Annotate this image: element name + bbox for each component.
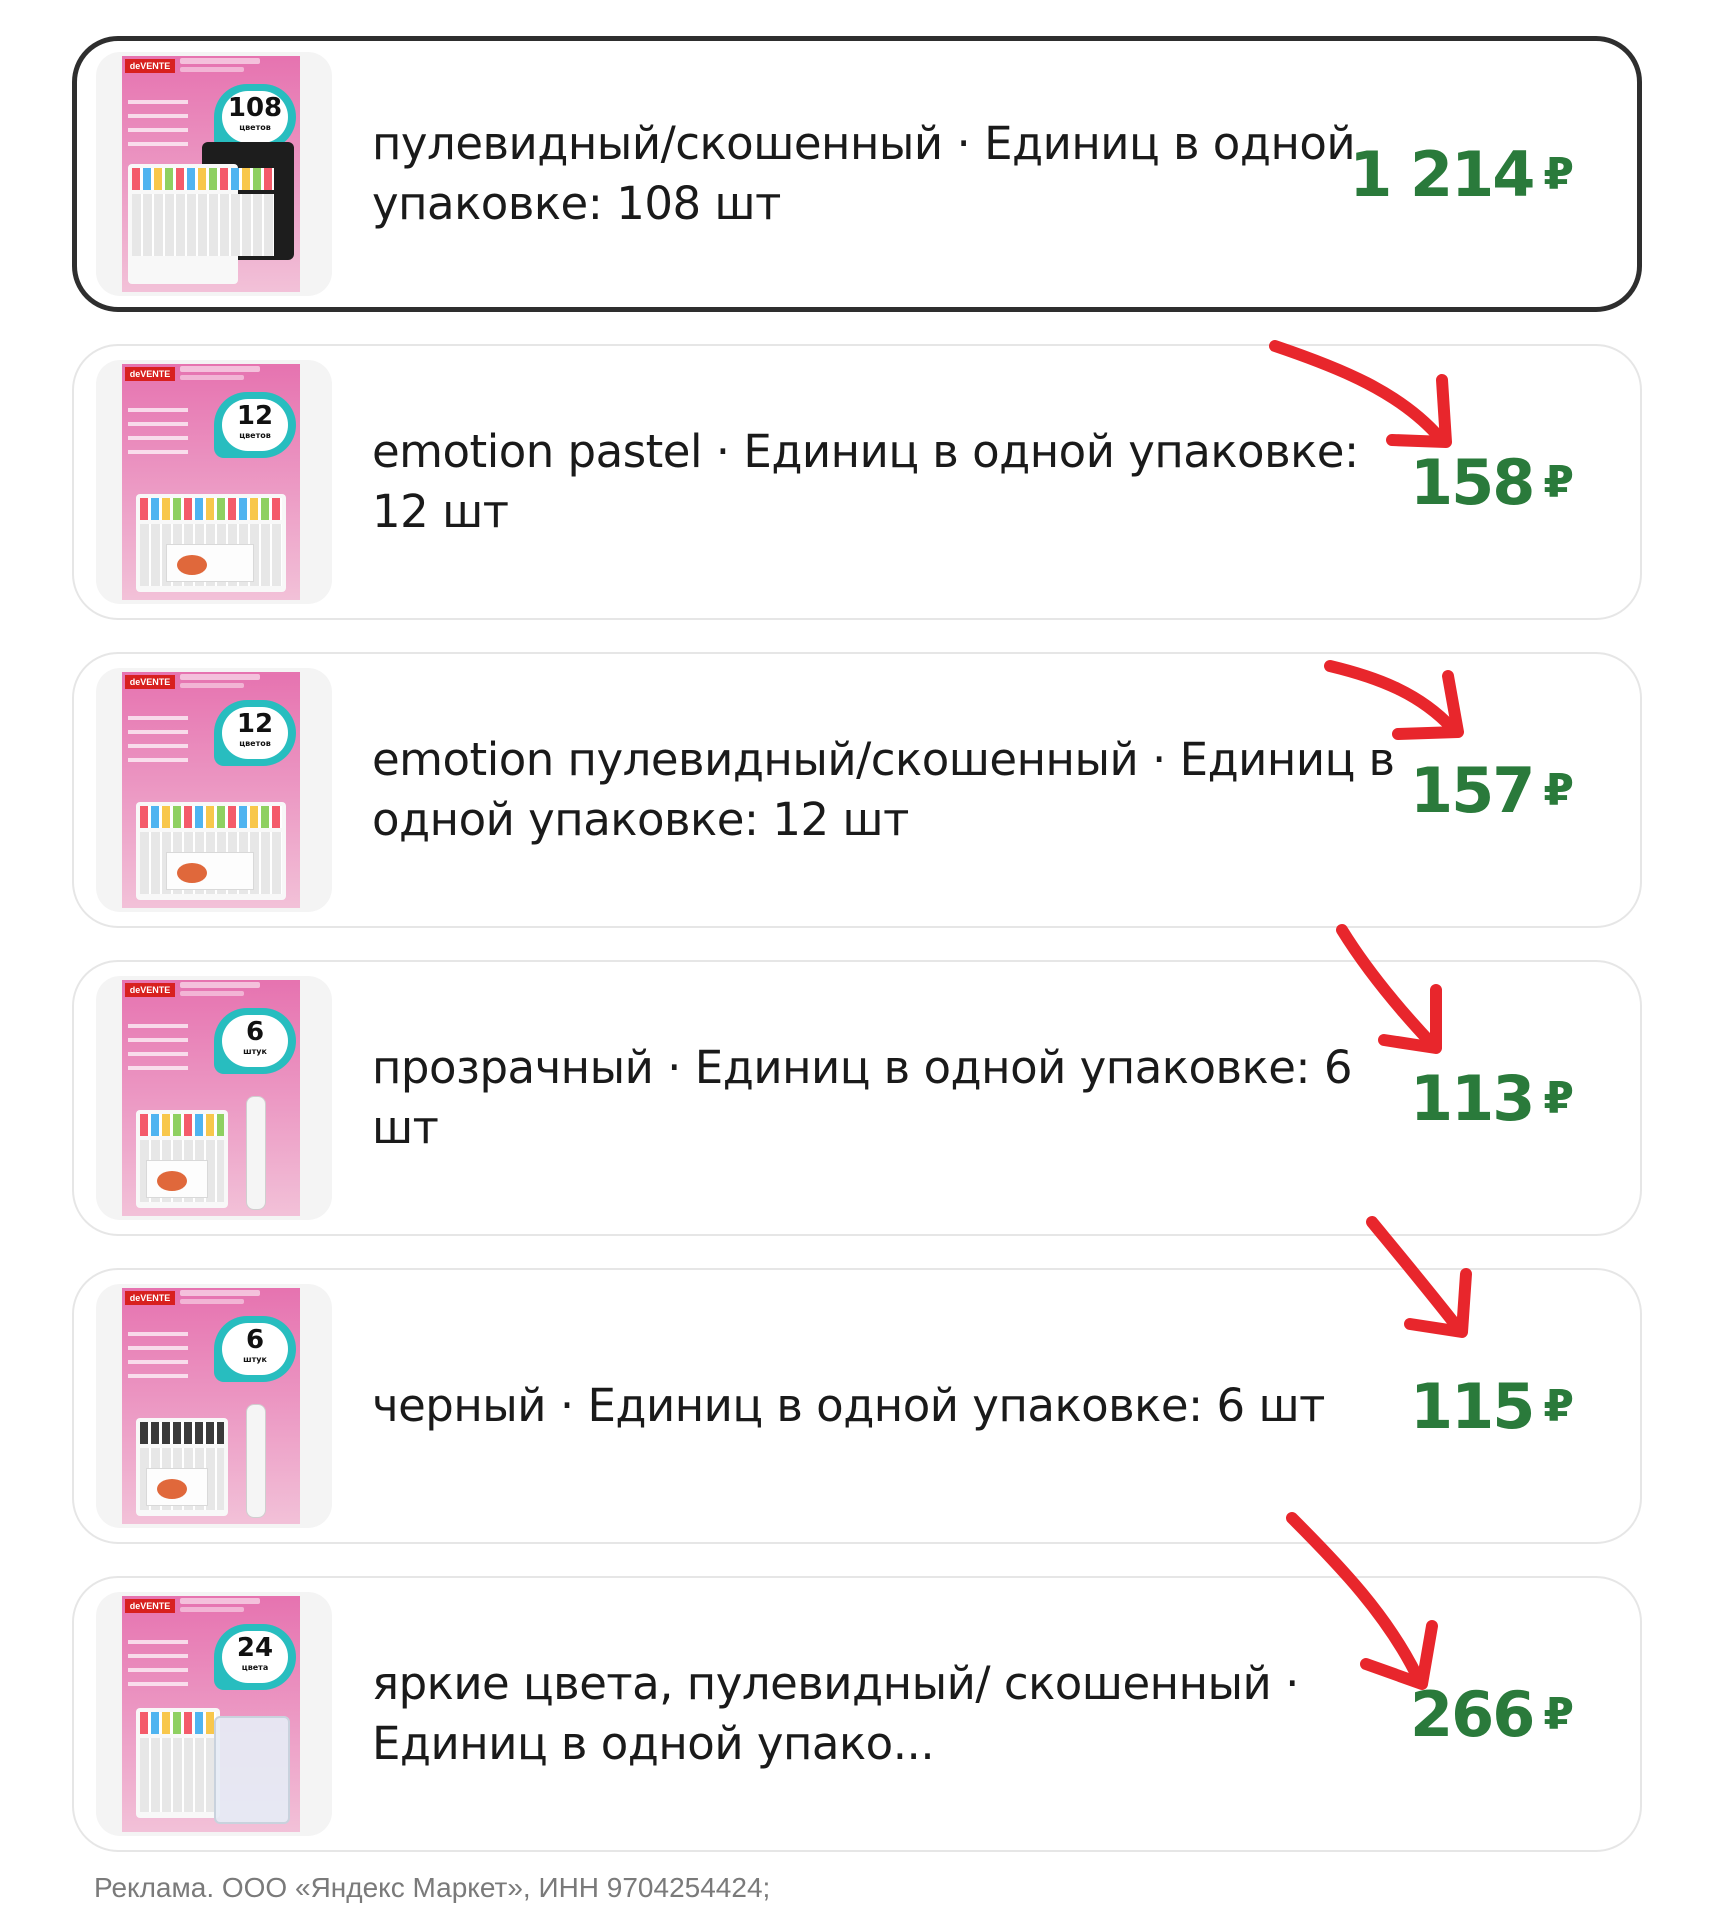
marker-pack-image: deVENTE 6 штук — [122, 1288, 300, 1524]
variant-price: 115 ₽ — [1410, 1270, 1574, 1542]
currency-symbol: ₽ — [1543, 764, 1574, 816]
variant-price: 157 ₽ — [1410, 654, 1574, 926]
brand-logo: deVENTE — [125, 1291, 175, 1305]
variant-card-108[interactable]: deVENTE 108 цветов пулевидный/скошенный … — [72, 36, 1642, 312]
variant-card-bright-colors[interactable]: deVENTE 24 цвета яркие цвета, пулевидный… — [72, 1576, 1642, 1852]
currency-symbol: ₽ — [1543, 1072, 1574, 1124]
product-thumbnail: deVENTE 108 цветов — [96, 52, 332, 296]
variant-card-black[interactable]: deVENTE 6 штук черный · Единиц в одной у… — [72, 1268, 1642, 1544]
variant-title: черный · Единиц в одной упаковке: 6 шт — [372, 1379, 1325, 1432]
variant-title: прозрачный · Единиц в одной упаковке: 6 … — [372, 1041, 1352, 1154]
count-badge: 108 цветов — [214, 84, 296, 150]
count-badge: 12 цветов — [214, 700, 296, 766]
product-thumbnail: deVENTE 12 цветов — [96, 360, 332, 604]
price-value: 157 — [1409, 753, 1535, 827]
count-badge: 6 штук — [214, 1316, 296, 1382]
price-value: 1 214 — [1349, 137, 1535, 211]
marker-case — [214, 1716, 290, 1824]
badge-unit: цветов — [239, 123, 271, 132]
badge-unit: цветов — [239, 431, 271, 440]
badge-number: 12 — [236, 709, 274, 739]
currency-symbol: ₽ — [1543, 1380, 1574, 1432]
markers-set — [136, 1110, 228, 1208]
price-value: 266 — [1409, 1677, 1535, 1751]
badge-number: 12 — [236, 401, 274, 431]
currency-symbol: ₽ — [1543, 148, 1574, 200]
badge-unit: штук — [243, 1047, 267, 1056]
badge-number: 108 — [227, 93, 283, 123]
markers-set — [136, 802, 286, 900]
markers-set — [136, 1708, 220, 1818]
marker-pack-image: deVENTE 108 цветов — [122, 56, 300, 292]
badge-unit: цвета — [241, 1663, 269, 1672]
marker-pack-image: deVENTE 24 цвета — [122, 1596, 300, 1832]
brand-logo: deVENTE — [125, 1599, 175, 1613]
product-thumbnail: deVENTE 6 штук — [96, 1284, 332, 1528]
single-marker — [246, 1096, 266, 1210]
variant-title: emotion пулевидный/скошенный · Единиц в … — [372, 733, 1395, 846]
brand-logo: deVENTE — [125, 59, 175, 73]
badge-unit: цветов — [239, 739, 271, 748]
marker-pack-image: deVENTE 12 цветов — [122, 364, 300, 600]
brand-logo: deVENTE — [125, 983, 175, 997]
markers-set — [136, 494, 286, 592]
variant-card-transparent[interactable]: deVENTE 6 штук прозрачный · Единиц в одн… — [72, 960, 1642, 1236]
product-variant-list: deVENTE 108 цветов пулевидный/скошенный … — [0, 0, 1717, 1920]
price-value: 113 — [1409, 1061, 1535, 1135]
variant-price: 266 ₽ — [1410, 1578, 1574, 1850]
product-thumbnail: deVENTE 24 цвета — [96, 1592, 332, 1836]
currency-symbol: ₽ — [1543, 456, 1574, 508]
product-thumbnail: deVENTE 6 штук — [96, 976, 332, 1220]
variant-price: 113 ₽ — [1410, 962, 1574, 1234]
badge-unit: штук — [243, 1355, 267, 1364]
badge-number: 24 — [236, 1633, 274, 1663]
markers-set — [128, 164, 274, 284]
product-thumbnail: deVENTE 12 цветов — [96, 668, 332, 912]
marker-pack-image: deVENTE 6 штук — [122, 980, 300, 1216]
count-badge: 24 цвета — [214, 1624, 296, 1690]
variant-price: 1 214 ₽ — [1349, 41, 1574, 307]
brand-logo: deVENTE — [125, 367, 175, 381]
markers-set — [136, 1418, 228, 1516]
variant-card-emotion-pastel[interactable]: deVENTE 12 цветов emotion pastel · Едини… — [72, 344, 1642, 620]
count-badge: 6 штук — [214, 1008, 296, 1074]
variant-title: яркие цвета, пулевидный/ скошенный · Еди… — [372, 1657, 1299, 1770]
count-badge: 12 цветов — [214, 392, 296, 458]
variant-title: emotion pastel · Единиц в одной упаковке… — [372, 425, 1359, 538]
badge-number: 6 — [245, 1017, 265, 1047]
ad-disclaimer: Реклама. ООО «Яндекс Маркет», ИНН 970425… — [94, 1872, 771, 1903]
price-value: 115 — [1409, 1369, 1535, 1443]
single-marker — [246, 1404, 266, 1518]
variant-title: пулевидный/скошенный · Единиц в одной уп… — [372, 117, 1356, 230]
badge-number: 6 — [245, 1325, 265, 1355]
currency-symbol: ₽ — [1543, 1688, 1574, 1740]
marker-pack-image: deVENTE 12 цветов — [122, 672, 300, 908]
variant-price: 158 ₽ — [1410, 346, 1574, 618]
variant-card-emotion-bullet[interactable]: deVENTE 12 цветов emotion пулевидный/ско… — [72, 652, 1642, 928]
price-value: 158 — [1409, 445, 1535, 519]
brand-logo: deVENTE — [125, 675, 175, 689]
